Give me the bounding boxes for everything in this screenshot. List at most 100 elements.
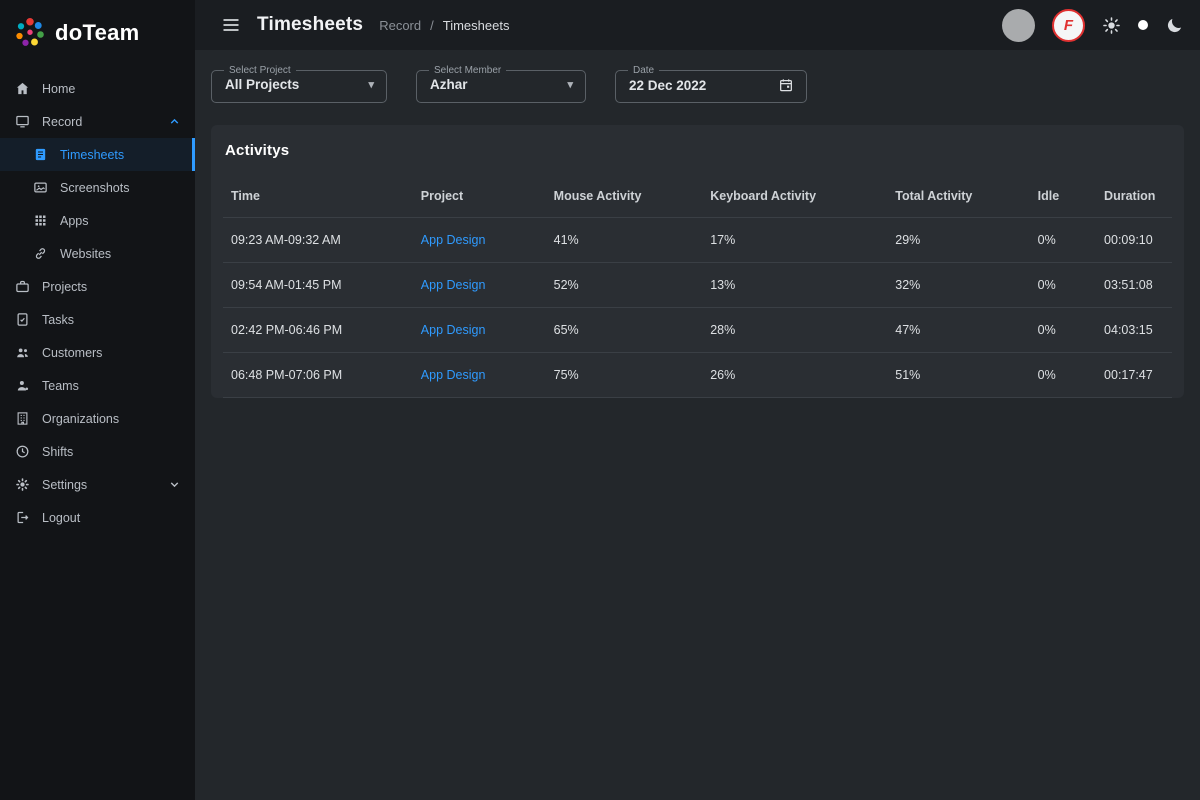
cell-mouse-activity: 65% xyxy=(546,308,703,353)
sidebar-item-screenshots[interactable]: Screenshots xyxy=(0,171,195,204)
cell-mouse-activity: 75% xyxy=(546,353,703,398)
project-select[interactable]: Select Project All Projects ▾ xyxy=(211,65,387,103)
member-select-value: Azhar xyxy=(430,77,468,92)
cell-total-activity: 29% xyxy=(887,218,1029,263)
project-link[interactable]: App Design xyxy=(421,323,486,337)
sidebar-item-tasks[interactable]: Tasks xyxy=(0,303,195,336)
cell-keyboard-activity: 17% xyxy=(702,218,887,263)
avatar[interactable] xyxy=(1002,9,1035,42)
home-icon xyxy=(14,81,30,97)
cell-duration: 00:17:47 xyxy=(1096,353,1172,398)
project-select-value: All Projects xyxy=(225,77,299,92)
activity-table: Time Project Mouse Activity Keyboard Act… xyxy=(223,159,1172,398)
column-header-time: Time xyxy=(223,159,413,218)
member-select[interactable]: Select Member Azhar ▾ xyxy=(416,65,586,103)
chevron-up-icon xyxy=(168,115,181,128)
cell-time: 09:23 AM-09:32 AM xyxy=(223,218,413,263)
app-root: doTeam Home Record Timesheets Screenshot… xyxy=(0,0,1200,800)
date-picker-trigger[interactable]: 22 Dec 2022 xyxy=(625,76,797,95)
status-dot[interactable] xyxy=(1138,20,1148,30)
calendar-icon[interactable] xyxy=(778,77,794,93)
logo[interactable]: doTeam xyxy=(0,0,195,66)
column-header-keyboard: Keyboard Activity xyxy=(702,159,887,218)
dropdown-caret-icon: ▾ xyxy=(567,78,573,91)
date-picker-label: Date xyxy=(628,65,659,76)
chevron-down-icon xyxy=(168,478,181,491)
brand-badge[interactable]: F xyxy=(1052,9,1085,42)
cell-idle: 0% xyxy=(1030,263,1096,308)
sidebar-item-timesheets[interactable]: Timesheets xyxy=(0,138,195,171)
sidebar-item-settings[interactable]: Settings xyxy=(0,468,195,501)
project-link[interactable]: App Design xyxy=(421,233,486,247)
sidebar-item-label: Teams xyxy=(42,379,79,393)
sidebar-item-apps[interactable]: Apps xyxy=(0,204,195,237)
sidebar-item-label: Home xyxy=(42,82,75,96)
cell-total-activity: 32% xyxy=(887,263,1029,308)
logout-icon xyxy=(14,510,30,526)
column-header-mouse: Mouse Activity xyxy=(546,159,703,218)
sidebar-nav: Home Record Timesheets Screenshots Apps xyxy=(0,66,195,800)
sidebar-item-label: Record xyxy=(42,115,82,129)
table-row: 06:48 PM-07:06 PM App Design 75% 26% 51%… xyxy=(223,353,1172,398)
column-header-duration: Duration xyxy=(1096,159,1172,218)
cell-keyboard-activity: 26% xyxy=(702,353,887,398)
briefcase-icon xyxy=(14,279,30,295)
cell-total-activity: 47% xyxy=(887,308,1029,353)
dropdown-caret-icon: ▾ xyxy=(368,78,374,91)
sidebar-item-organizations[interactable]: Organizations xyxy=(0,402,195,435)
project-select-trigger[interactable]: All Projects ▾ xyxy=(221,76,377,94)
sidebar-item-teams[interactable]: Teams xyxy=(0,369,195,402)
sidebar-item-label: Organizations xyxy=(42,412,119,426)
sidebar-item-home[interactable]: Home xyxy=(0,72,195,105)
sidebar-item-projects[interactable]: Projects xyxy=(0,270,195,303)
table-row: 09:23 AM-09:32 AM App Design 41% 17% 29%… xyxy=(223,218,1172,263)
screenshot-icon xyxy=(32,180,48,196)
gear-icon xyxy=(14,477,30,493)
date-picker[interactable]: Date 22 Dec 2022 xyxy=(615,65,807,103)
activity-table-header: Time Project Mouse Activity Keyboard Act… xyxy=(223,159,1172,218)
sidebar-item-logout[interactable]: Logout xyxy=(0,501,195,534)
cell-time: 02:42 PM-06:46 PM xyxy=(223,308,413,353)
cell-time: 06:48 PM-07:06 PM xyxy=(223,353,413,398)
sidebar-item-label: Shifts xyxy=(42,445,73,459)
clock-icon xyxy=(14,444,30,460)
member-select-label: Select Member xyxy=(429,65,506,76)
cell-duration: 04:03:15 xyxy=(1096,308,1172,353)
content: Select Project All Projects ▾ Select Mem… xyxy=(195,50,1200,398)
breadcrumb-parent[interactable]: Record xyxy=(379,18,421,33)
sidebar-item-websites[interactable]: Websites xyxy=(0,237,195,270)
sidebar-item-label: Tasks xyxy=(42,313,74,327)
filter-bar: Select Project All Projects ▾ Select Mem… xyxy=(211,65,1184,103)
sidebar-item-label: Websites xyxy=(60,247,111,261)
page-title: Timesheets xyxy=(257,14,363,36)
table-row: 09:54 AM-01:45 PM App Design 52% 13% 32%… xyxy=(223,263,1172,308)
sidebar-item-label: Apps xyxy=(60,214,89,228)
timesheet-icon xyxy=(32,147,48,163)
breadcrumb-current: Timesheets xyxy=(443,18,510,33)
hamburger-menu-icon[interactable] xyxy=(221,15,241,35)
person-dot-icon xyxy=(14,378,30,394)
column-header-total: Total Activity xyxy=(887,159,1029,218)
cell-idle: 0% xyxy=(1030,353,1096,398)
task-check-icon xyxy=(14,312,30,328)
cell-idle: 0% xyxy=(1030,218,1096,263)
breadcrumb-separator: / xyxy=(430,18,434,33)
people-icon xyxy=(14,345,30,361)
dark-mode-moon-icon[interactable] xyxy=(1165,16,1184,35)
sidebar-item-label: Timesheets xyxy=(60,148,124,162)
sidebar-item-shifts[interactable]: Shifts xyxy=(0,435,195,468)
sidebar-item-label: Screenshots xyxy=(60,181,129,195)
cell-mouse-activity: 52% xyxy=(546,263,703,308)
member-select-trigger[interactable]: Azhar ▾ xyxy=(426,76,576,94)
project-link[interactable]: App Design xyxy=(421,368,486,382)
sidebar-item-record[interactable]: Record xyxy=(0,105,195,138)
activity-card: Activitys Time Project Mouse Activity Ke… xyxy=(211,125,1184,398)
topbar-actions: F xyxy=(1002,9,1184,42)
breadcrumb: Record / Timesheets xyxy=(379,18,509,33)
project-select-label: Select Project xyxy=(224,65,296,76)
sidebar-item-customers[interactable]: Customers xyxy=(0,336,195,369)
column-header-project: Project xyxy=(413,159,546,218)
apps-grid-icon xyxy=(32,213,48,229)
project-link[interactable]: App Design xyxy=(421,278,486,292)
light-mode-sun-icon[interactable] xyxy=(1102,16,1121,35)
